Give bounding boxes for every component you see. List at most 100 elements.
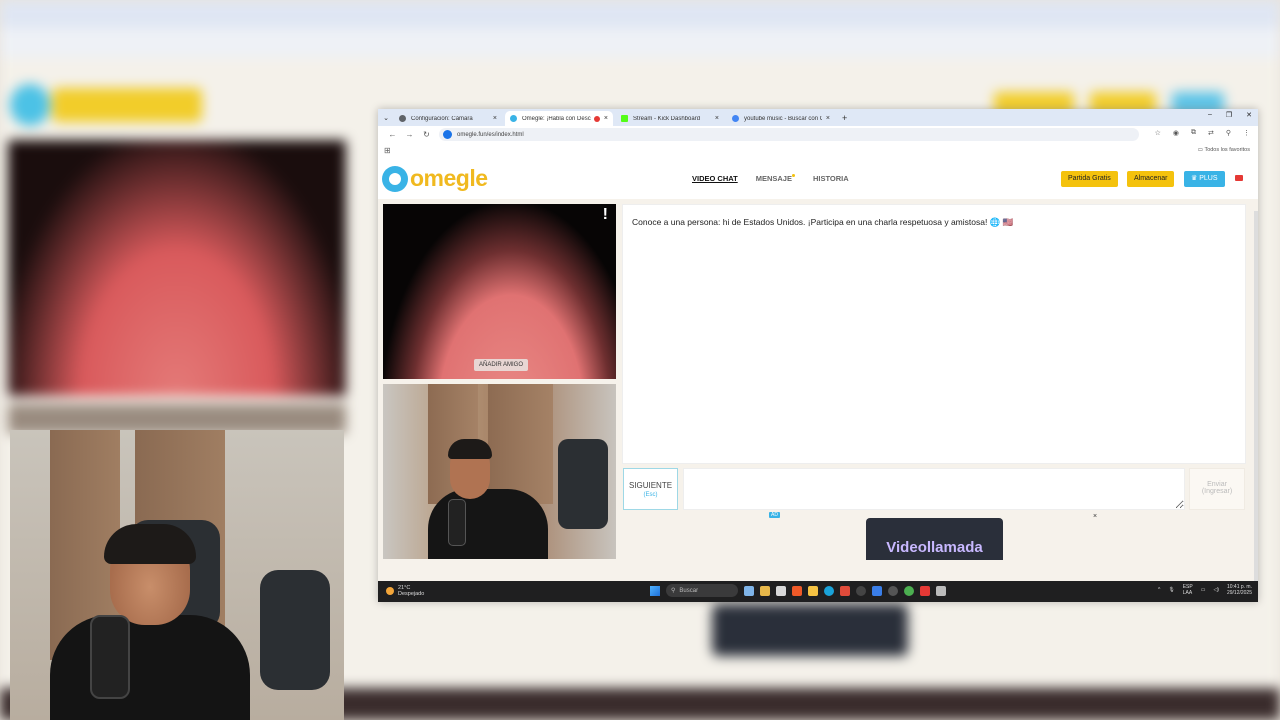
start-icon[interactable] — [650, 585, 660, 596]
bg-tab-strip — [0, 0, 1280, 28]
tab-label: Omegle: ¡Habla con Desco — [522, 115, 591, 122]
window-controls: – ❐ ✕ — [1208, 111, 1252, 119]
back-icon[interactable]: ← — [384, 130, 401, 139]
cast-icon[interactable]: ⇄ — [1208, 129, 1214, 137]
tab-google-search[interactable]: youtube music - Buscar con Go × — [727, 111, 835, 126]
tumbler-cup — [448, 499, 466, 546]
nav-historia[interactable]: HISTORIA — [813, 174, 849, 183]
plus-button[interactable]: ♛ PLUS — [1184, 171, 1225, 187]
self-person — [428, 434, 548, 559]
system-tray: ^ 🎙 ESP LAA ▭ ◁) 10:41 p. m. 29/12/2025 — [1158, 584, 1252, 596]
office-chair — [558, 439, 608, 529]
edge-icon[interactable] — [824, 585, 834, 596]
google-icon — [732, 115, 739, 122]
add-friend-button[interactable]: AÑADIR AMIGO — [474, 359, 529, 371]
maximize-icon[interactable]: ❐ — [1226, 111, 1232, 119]
url-field[interactable]: omegle.fun/es/index.html — [439, 128, 1139, 141]
media-icon[interactable] — [840, 585, 850, 596]
tab-omegle[interactable]: Omegle: ¡Habla con Desco × — [505, 111, 613, 126]
record-app-icon[interactable] — [920, 585, 930, 596]
network-icon[interactable]: ▭ — [1201, 587, 1206, 593]
partida-gratis-button[interactable]: Partida Gratis — [1061, 171, 1118, 187]
streamer-webcam — [10, 430, 344, 720]
ad-text: Videollamada — [886, 539, 983, 556]
bg-ad — [712, 604, 908, 656]
lang-layout: LAA — [1182, 590, 1193, 596]
chevron-up-icon[interactable]: ^ — [1158, 587, 1160, 593]
language-indicator[interactable]: ESP LAA — [1183, 584, 1193, 596]
send-button[interactable]: Enviar (Ingresar) — [1189, 468, 1245, 510]
flag-icon[interactable] — [1235, 175, 1243, 181]
weather-desc: Despejado — [398, 591, 425, 597]
office-chair — [260, 570, 330, 690]
scrollbar[interactable] — [1254, 211, 1258, 581]
report-button[interactable]: ! — [603, 206, 608, 224]
streamer-person — [50, 524, 250, 720]
next-label: SIGUIENTE — [628, 481, 673, 490]
send-key-hint: (Ingresar) — [1201, 488, 1233, 495]
close-icon[interactable]: × — [715, 115, 719, 122]
clock[interactable]: 10:41 p. m. 29/12/2025 — [1227, 584, 1252, 596]
close-window-icon[interactable]: ✕ — [1246, 111, 1252, 119]
folder-icon[interactable] — [808, 585, 818, 596]
profile-icon[interactable]: ⚲ — [1226, 129, 1231, 137]
ad-badge: AD — [769, 512, 780, 518]
site-info-icon[interactable] — [443, 130, 452, 139]
search-icon: ⚲ — [671, 588, 676, 594]
weather-widget[interactable]: 21°C Despejado — [386, 585, 424, 597]
stranger-video: ! AÑADIR AMIGO — [383, 204, 616, 379]
address-bar: ← → ↻ omegle.fun/es/index.html ☆ ◉ ⧉ ⇄ ⚲… — [378, 126, 1258, 143]
github-icon[interactable] — [888, 585, 898, 596]
apps-grid-icon[interactable]: ⊞ — [384, 147, 392, 155]
wc-body — [50, 615, 250, 720]
tab-label: Stream - Kick Dashboard — [633, 115, 701, 122]
nav-mensaje-label: MENSAJE — [755, 174, 792, 183]
tab-search-icon[interactable]: ⌄ — [378, 111, 394, 126]
next-key-hint: (Esc) — [643, 492, 658, 498]
message-input[interactable] — [683, 468, 1185, 510]
mail-icon[interactable] — [872, 585, 882, 596]
bg-logo — [52, 88, 202, 122]
snipping-icon[interactable] — [936, 585, 946, 596]
mic-icon[interactable]: 🎙 — [1168, 587, 1174, 593]
tab-label: Configuración: Cámara — [411, 115, 473, 122]
minimize-icon[interactable]: – — [1208, 111, 1212, 119]
ad-close-icon[interactable]: × — [1093, 513, 1097, 520]
brave-icon[interactable] — [792, 585, 802, 596]
close-icon[interactable]: × — [826, 115, 830, 122]
omegle-logo[interactable]: omegle — [382, 165, 488, 192]
extension-icon[interactable]: ◉ — [1173, 129, 1179, 137]
site-header: omegle VIDEO CHAT MENSAJE HISTORIA Parti… — [378, 159, 1258, 199]
all-bookmarks[interactable]: ▭ Todos los favoritos — [1198, 147, 1250, 153]
chrome-icon[interactable] — [904, 585, 914, 596]
search-label: Buscar — [679, 587, 699, 594]
bg-logo-icon — [10, 84, 50, 126]
ad-banner[interactable]: Videollamada — [866, 518, 1003, 560]
puzzle-icon[interactable]: ⧉ — [1191, 129, 1196, 137]
nav-video-chat[interactable]: VIDEO CHAT — [692, 174, 738, 183]
taskbar-apps: ⚲ Buscar — [650, 584, 946, 597]
wc-hair — [104, 524, 196, 564]
widgets-icon[interactable] — [744, 585, 754, 596]
tab-camera-settings[interactable]: Configuración: Cámara × — [394, 111, 502, 126]
new-tab-icon[interactable]: + — [838, 111, 851, 126]
mv-hair — [448, 439, 492, 459]
store-icon[interactable] — [776, 585, 786, 596]
omegle-favicon-icon — [510, 115, 517, 122]
taskbar-search[interactable]: ⚲ Buscar — [666, 584, 738, 597]
next-button[interactable]: SIGUIENTE (Esc) — [623, 468, 678, 510]
nav-mensaje[interactable]: MENSAJE — [756, 174, 795, 183]
almacenar-button[interactable]: Almacenar — [1127, 171, 1175, 187]
obs-icon[interactable] — [856, 585, 866, 596]
menu-icon[interactable]: ⋮ — [1243, 129, 1250, 137]
forward-icon[interactable]: → — [401, 130, 418, 139]
tab-kick-dashboard[interactable]: Stream - Kick Dashboard × — [616, 111, 724, 126]
volume-icon[interactable]: ◁) — [1213, 587, 1219, 593]
close-icon[interactable]: × — [604, 115, 608, 122]
star-icon[interactable]: ☆ — [1155, 129, 1161, 137]
copilot-icon[interactable] — [760, 585, 770, 596]
reload-icon[interactable]: ↻ — [418, 130, 435, 139]
bg-stranger-video — [8, 140, 346, 396]
recording-icon — [593, 115, 600, 122]
close-icon[interactable]: × — [493, 115, 497, 122]
